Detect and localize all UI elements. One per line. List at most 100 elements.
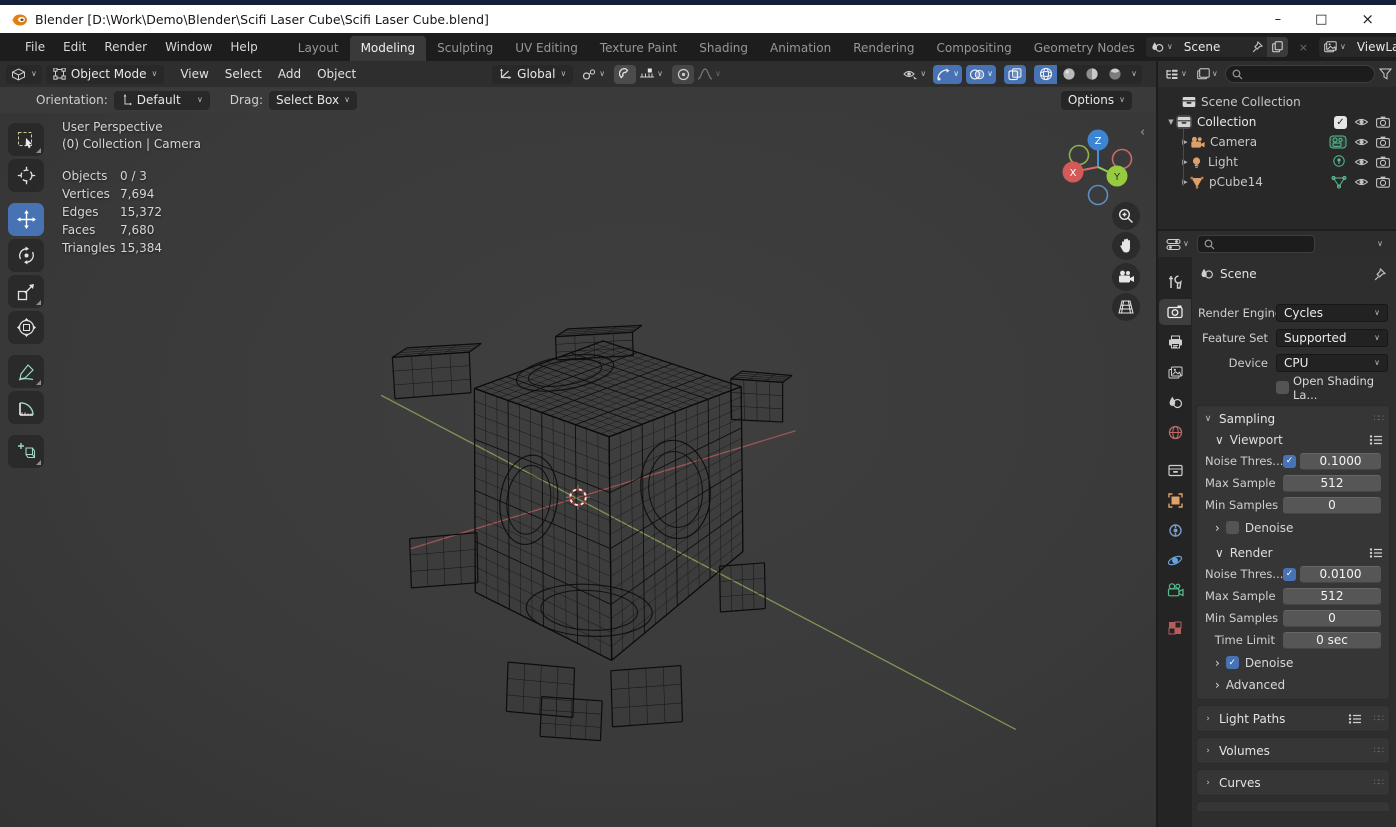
proportional-falloff-selector[interactable]: ∨ <box>694 65 724 84</box>
xray-toggle[interactable] <box>1004 64 1026 84</box>
rn-noise-threshold-checkbox[interactable]: ✓ <box>1283 567 1296 581</box>
annotate-tool[interactable] <box>8 355 44 388</box>
viewport-subpanel-header[interactable]: ∨ Viewport <box>1203 429 1383 450</box>
transform-orientation-selector[interactable]: Global ∨ <box>492 64 574 84</box>
tab-layout[interactable]: Layout <box>287 36 350 61</box>
vp-denoise-checkbox[interactable] <box>1225 521 1239 534</box>
outliner-row-collection[interactable]: ▼ Collection ✓ <box>1158 112 1396 132</box>
pin-icon[interactable] <box>1252 41 1263 53</box>
device-select[interactable]: CPU ∨ <box>1276 353 1388 372</box>
feature-set-select[interactable]: Supported ∨ <box>1276 328 1388 347</box>
pin-icon[interactable] <box>1374 267 1386 281</box>
disable-render-icon[interactable] <box>1376 176 1390 188</box>
pan-button[interactable] <box>1112 232 1140 260</box>
curves-panel[interactable]: › Curves ∷∷ <box>1196 769 1390 796</box>
camera-view-button[interactable] <box>1112 263 1140 291</box>
scene-selector[interactable]: ∨ Scene <box>1145 37 1288 57</box>
menu-select[interactable]: Select <box>217 64 270 84</box>
mode-selector[interactable]: Object Mode ∨ <box>45 64 165 84</box>
tab-collection[interactable] <box>1159 457 1191 483</box>
tab-rendering[interactable]: Rendering <box>842 36 925 61</box>
object-visibility-selector[interactable]: ∨ <box>899 65 929 84</box>
move-tool[interactable] <box>8 203 44 236</box>
tab-compositing[interactable]: Compositing <box>925 36 1022 61</box>
presets-icon[interactable] <box>1348 713 1362 725</box>
tab-shading[interactable]: Shading <box>688 36 759 61</box>
menu-object[interactable]: Object <box>309 64 364 84</box>
pivot-point-selector[interactable]: ∨ <box>579 65 608 84</box>
tab-object[interactable] <box>1159 487 1191 513</box>
tab-scene[interactable] <box>1159 389 1191 415</box>
expand-arrow-icon[interactable]: ▶ <box>1180 138 1190 146</box>
render-engine-select[interactable]: Cycles ∨ <box>1276 303 1388 322</box>
tab-world[interactable] <box>1159 419 1191 445</box>
outliner-display-mode-selector[interactable]: ∨ <box>1194 65 1221 84</box>
vp-noise-threshold-value[interactable]: 0.1000 <box>1300 452 1381 470</box>
tab-tool[interactable] <box>1159 269 1191 295</box>
menu-window[interactable]: Window <box>156 36 221 58</box>
advanced-row[interactable]: › Advanced <box>1203 674 1383 695</box>
close-button[interactable]: × <box>1361 10 1374 28</box>
shading-material-button[interactable] <box>1080 65 1103 84</box>
zoom-button[interactable] <box>1112 202 1140 230</box>
volumes-panel[interactable]: › Volumes ∷∷ <box>1196 737 1390 764</box>
rn-time-limit-value[interactable]: 0 sec <box>1283 631 1381 649</box>
tab-output[interactable] <box>1159 329 1191 355</box>
shading-options-selector[interactable]: ∨ <box>1126 65 1142 84</box>
panel-grip-icon[interactable]: ∷∷ <box>1374 778 1385 788</box>
menu-file[interactable]: File <box>16 36 54 58</box>
cursor-tool[interactable] <box>8 159 44 192</box>
vp-min-samples-value[interactable]: 0 <box>1283 496 1381 514</box>
sidebar-collapse-icon[interactable]: ‹ <box>1140 125 1145 140</box>
tab-texture-paint[interactable]: Texture Paint <box>589 36 688 61</box>
shading-wireframe-button[interactable] <box>1034 64 1057 84</box>
menu-add[interactable]: Add <box>270 64 309 84</box>
vp-noise-threshold-checkbox[interactable]: ✓ <box>1283 454 1296 468</box>
disable-render-icon[interactable] <box>1376 116 1390 128</box>
tab-modeling[interactable]: Modeling <box>349 36 427 61</box>
tab-uv-editing[interactable]: UV Editing <box>504 36 589 61</box>
maximize-button[interactable]: □ <box>1315 12 1327 27</box>
editor-type-selector[interactable]: ∨ <box>6 64 42 84</box>
new-scene-button[interactable] <box>1266 37 1288 57</box>
open-shading-checkbox[interactable] <box>1276 381 1289 394</box>
menu-view[interactable]: View <box>172 64 216 84</box>
panel-grip-icon[interactable]: ∷∷ <box>1374 714 1385 724</box>
tab-object-data[interactable] <box>1159 577 1191 603</box>
rotate-tool[interactable] <box>8 239 44 272</box>
outliner-row-pcube14[interactable]: ▶ pCube14 <box>1158 172 1396 192</box>
panel-grip-icon[interactable]: ∷∷ <box>1374 414 1385 424</box>
presets-icon[interactable] <box>1369 547 1383 559</box>
proportional-editing-toggle[interactable] <box>672 64 695 84</box>
light-paths-panel[interactable]: › Light Paths ∷∷ <box>1196 705 1390 732</box>
outliner-search-input[interactable] <box>1224 65 1375 83</box>
measure-tool[interactable] <box>8 391 44 424</box>
show-gizmo-toggle[interactable]: ∨ <box>933 64 963 84</box>
rn-min-samples-value[interactable]: 0 <box>1283 609 1381 627</box>
view-layer-selector[interactable]: ∨ ViewLayer <box>1319 37 1396 57</box>
outliner-row-light[interactable]: ▶ Light <box>1158 152 1396 172</box>
menu-render[interactable]: Render <box>95 36 156 58</box>
transform-tool[interactable] <box>8 311 44 344</box>
sampling-panel-header[interactable]: ∨ Sampling ∷∷ <box>1203 408 1385 429</box>
scale-tool[interactable] <box>8 275 44 308</box>
snap-toggle[interactable] <box>614 64 637 84</box>
hide-eye-icon[interactable] <box>1354 176 1369 188</box>
viewport-3d[interactable]: User Perspective (0) Collection | Camera… <box>0 113 1156 827</box>
properties-editor-type-selector[interactable]: ∨ <box>1163 235 1192 254</box>
properties-filter-selector[interactable]: ∨ <box>1369 235 1391 254</box>
minimize-button[interactable]: – <box>1275 12 1282 27</box>
render-subpanel-header[interactable]: ∨ Render <box>1203 542 1383 563</box>
perspective-toggle-button[interactable] <box>1112 293 1140 321</box>
tab-texture[interactable] <box>1159 615 1191 641</box>
menu-edit[interactable]: Edit <box>54 36 95 58</box>
outliner-row-camera[interactable]: ▶ Camera <box>1158 132 1396 152</box>
show-overlays-toggle[interactable]: ∨ <box>966 64 996 84</box>
properties-search-input[interactable] <box>1196 235 1315 253</box>
rn-max-samples-value[interactable]: 512 <box>1283 587 1381 605</box>
collection-checkbox[interactable]: ✓ <box>1334 115 1347 129</box>
tool-orientation-selector[interactable]: Default ∨ <box>113 90 210 110</box>
hide-eye-icon[interactable] <box>1354 116 1369 128</box>
unlink-scene-button[interactable]: × <box>1296 41 1311 54</box>
navigation-gizmo[interactable]: Z X Y <box>1052 117 1144 209</box>
